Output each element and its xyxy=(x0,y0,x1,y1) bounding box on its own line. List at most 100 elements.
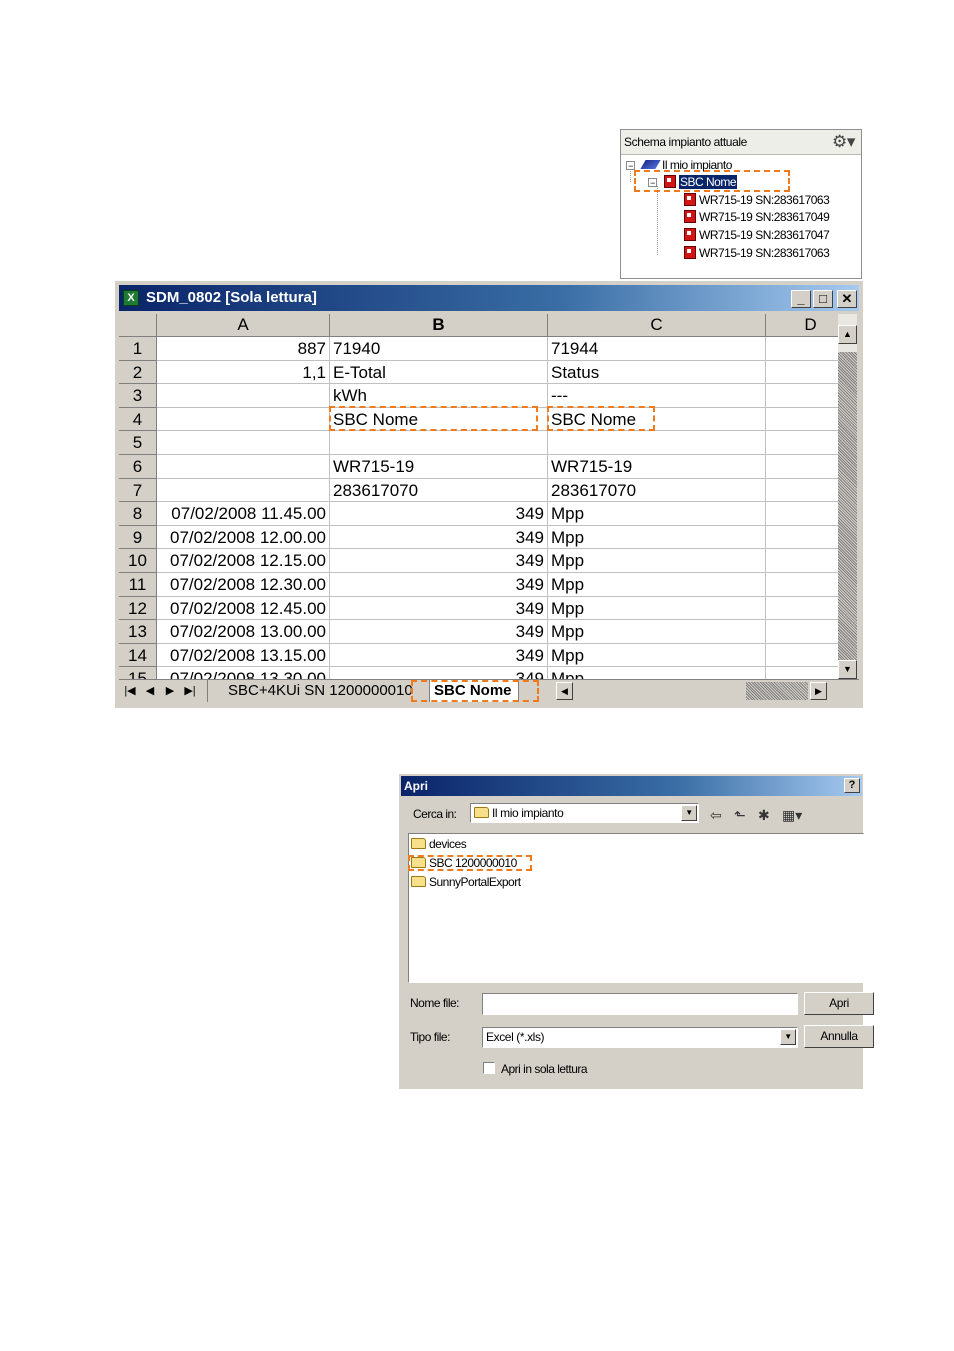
cell-a[interactable]: 07/02/2008 13.00.00 xyxy=(157,620,330,644)
close-button[interactable]: ✕ xyxy=(837,290,857,308)
horizontal-scroll-track[interactable] xyxy=(746,682,808,700)
cell-b[interactable]: 349 xyxy=(330,502,548,526)
cell-b[interactable]: E-Total xyxy=(330,361,548,384)
row-header[interactable]: 10 xyxy=(119,549,157,573)
cell-d[interactable] xyxy=(766,573,838,597)
column-header-d[interactable]: D xyxy=(766,314,838,337)
cell-b[interactable]: kWh xyxy=(330,384,548,408)
cell-c[interactable]: 283617070 xyxy=(548,479,766,502)
cell-a[interactable] xyxy=(157,479,330,502)
chevron-down-icon[interactable]: ▼ xyxy=(780,1029,796,1045)
cell-b[interactable]: 349 xyxy=(330,597,548,620)
scroll-up-button[interactable]: ▲ xyxy=(838,325,857,344)
row-header[interactable]: 9 xyxy=(119,526,157,549)
cell-b[interactable]: 349 xyxy=(330,644,548,667)
cell-b[interactable]: 349 xyxy=(330,573,548,597)
scroll-down-button[interactable]: ▼ xyxy=(838,660,857,679)
cell-d[interactable] xyxy=(766,644,838,667)
cell-c[interactable]: Mpp xyxy=(548,620,766,644)
open-button[interactable]: Apri xyxy=(804,992,874,1015)
row-header[interactable]: 4 xyxy=(119,408,157,431)
minimize-button[interactable]: _ xyxy=(791,290,811,308)
cell-c[interactable]: SBC Nome xyxy=(548,408,766,431)
cell-d[interactable] xyxy=(766,431,838,455)
cell-b[interactable]: SBC Nome xyxy=(330,408,548,431)
collapse-icon[interactable]: − xyxy=(626,161,635,171)
sheet-tab-sbc4kui[interactable]: SBC+4KUi SN 1200000010 xyxy=(207,680,421,702)
last-sheet-button[interactable]: ▶| xyxy=(181,682,199,700)
spreadsheet-grid[interactable]: A B C D 1 887 71940 71944 2 1,1 E-Total Status 3… xyxy=(119,314,838,679)
dialog-titlebar[interactable]: Apri ? xyxy=(401,776,862,796)
cell-d[interactable] xyxy=(766,408,838,431)
cell-a[interactable] xyxy=(157,408,330,431)
cell-a[interactable]: 07/02/2008 12.00.00 xyxy=(157,526,330,549)
cell-a[interactable]: 1,1 xyxy=(157,361,330,384)
tree-item-device[interactable]: WR715-19 SN:283617063 xyxy=(684,192,830,209)
cell-c[interactable]: --- xyxy=(548,384,766,408)
row-header[interactable]: 7 xyxy=(119,479,157,502)
tree-item-device[interactable]: WR715-19 SN:283617063 xyxy=(684,245,830,262)
cell-a[interactable]: 07/02/2008 13.15.00 xyxy=(157,644,330,667)
cell-b[interactable]: 71940 xyxy=(330,337,548,361)
cell-d[interactable] xyxy=(766,620,838,644)
next-sheet-button[interactable]: ▶ xyxy=(161,682,179,700)
cell-d[interactable] xyxy=(766,384,838,408)
cell-a[interactable]: 07/02/2008 12.30.00 xyxy=(157,573,330,597)
collapse-icon[interactable]: − xyxy=(648,178,657,188)
new-folder-icon[interactable]: ✱ xyxy=(758,807,770,823)
gear-icon[interactable]: ⚙▾ xyxy=(832,131,855,153)
row-header[interactable]: 15 xyxy=(119,667,157,679)
cell-c[interactable]: Mpp xyxy=(548,502,766,526)
help-button[interactable]: ? xyxy=(844,778,860,793)
cell-c[interactable]: Mpp xyxy=(548,667,766,679)
cell-b[interactable]: 349 xyxy=(330,549,548,573)
cell-d[interactable] xyxy=(766,361,838,384)
tree-item-device[interactable]: WR715-19 SN:283617049 xyxy=(684,209,830,226)
cell-b[interactable]: WR715-19 xyxy=(330,455,548,479)
tree-item-device[interactable]: WR715-19 SN:283617047 xyxy=(684,227,830,244)
cell-a[interactable]: 887 xyxy=(157,337,330,361)
view-menu-icon[interactable]: ▦▾ xyxy=(782,807,802,823)
cell-c[interactable]: 71944 xyxy=(548,337,766,361)
row-header[interactable]: 8 xyxy=(119,502,157,526)
prev-sheet-button[interactable]: ◀ xyxy=(141,682,159,700)
cell-c[interactable] xyxy=(548,431,766,455)
cell-c[interactable]: Mpp xyxy=(548,526,766,549)
chevron-down-icon[interactable]: ▼ xyxy=(681,805,697,821)
cell-b[interactable] xyxy=(330,431,548,455)
row-header[interactable]: 6 xyxy=(119,455,157,479)
cell-b[interactable]: 349 xyxy=(330,526,548,549)
cell-d[interactable] xyxy=(766,597,838,620)
readonly-checkbox[interactable] xyxy=(483,1062,495,1074)
cell-d[interactable] xyxy=(766,337,838,361)
cell-a[interactable] xyxy=(157,455,330,479)
cell-b[interactable]: 349 xyxy=(330,667,548,679)
cell-d[interactable] xyxy=(766,549,838,573)
cell-a[interactable]: 07/02/2008 12.45.00 xyxy=(157,597,330,620)
look-in-select[interactable]: Il mio impianto ▼ xyxy=(470,803,699,823)
vertical-scrollbar[interactable]: ▲ ▼ xyxy=(838,314,857,679)
row-header[interactable]: 13 xyxy=(119,620,157,644)
list-item[interactable]: SBC 1200000010 xyxy=(411,855,517,872)
list-item[interactable]: devices xyxy=(411,836,467,853)
cell-a[interactable] xyxy=(157,384,330,408)
vertical-scroll-track[interactable] xyxy=(838,352,857,662)
row-header[interactable]: 1 xyxy=(119,337,157,361)
cell-b[interactable]: 283617070 xyxy=(330,479,548,502)
filename-input[interactable] xyxy=(482,993,798,1015)
select-all-corner[interactable] xyxy=(119,314,157,337)
row-header[interactable]: 14 xyxy=(119,644,157,667)
first-sheet-button[interactable]: |◀ xyxy=(121,682,139,700)
cell-c[interactable]: WR715-19 xyxy=(548,455,766,479)
column-header-b[interactable]: B xyxy=(330,314,548,337)
row-header[interactable]: 2 xyxy=(119,361,157,384)
row-header[interactable]: 11 xyxy=(119,573,157,597)
cell-a[interactable]: 07/02/2008 12.15.00 xyxy=(157,549,330,573)
cell-d[interactable] xyxy=(766,502,838,526)
filetype-select[interactable]: Excel (*.xls) ▼ xyxy=(482,1027,798,1048)
row-header[interactable]: 12 xyxy=(119,597,157,620)
cell-d[interactable] xyxy=(766,479,838,502)
back-arrow-icon[interactable]: ⇦ xyxy=(710,807,722,823)
maximize-button[interactable]: □ xyxy=(813,290,833,308)
list-item[interactable]: SunnyPortalExport xyxy=(411,874,521,891)
